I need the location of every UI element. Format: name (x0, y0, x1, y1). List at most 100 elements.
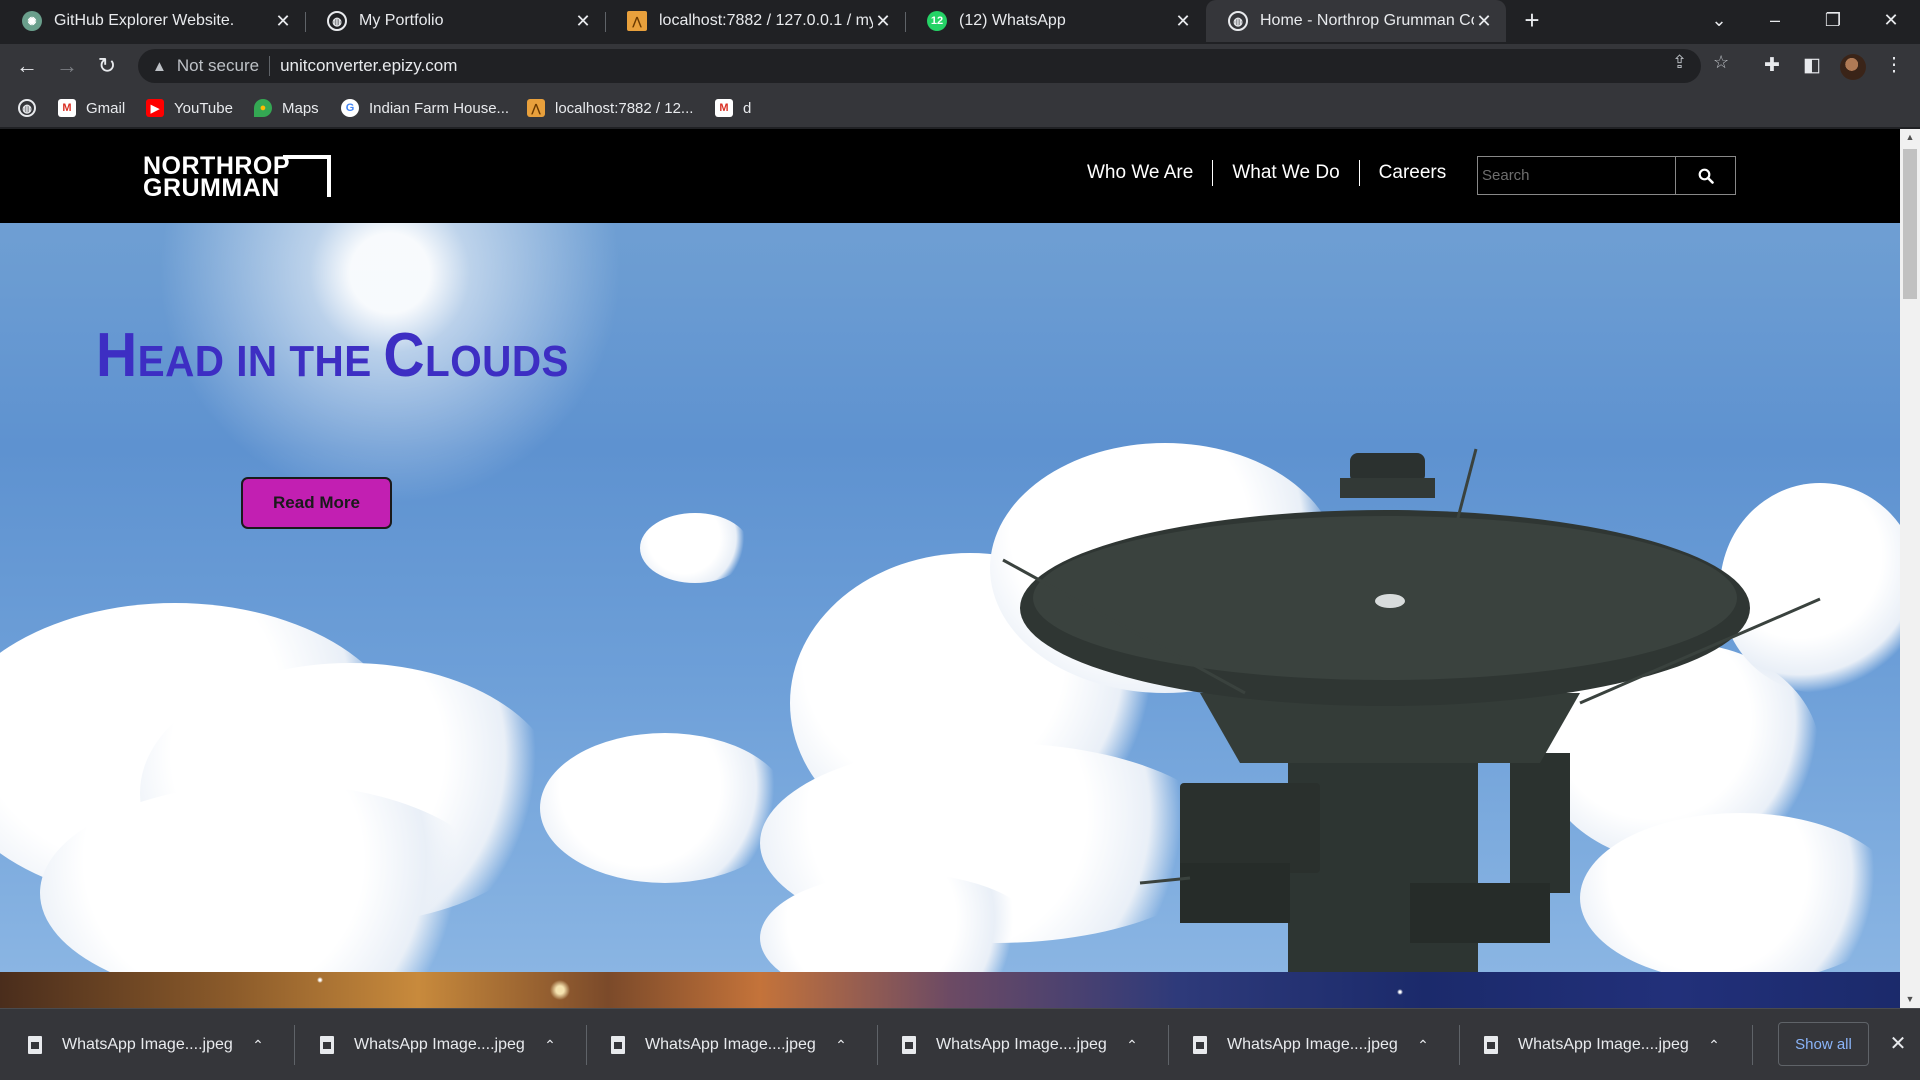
download-item[interactable]: WhatsApp Image....jpeg ⌃ (874, 1023, 1142, 1067)
menu-kebab-icon[interactable]: ⋮ (1878, 50, 1910, 82)
page-scrollbar[interactable]: ▲ ▼ (1900, 129, 1920, 1008)
page-viewport: NORTHROP GRUMMAN Who We Are What We Do C… (0, 129, 1920, 1008)
close-icon[interactable]: ✕ (273, 11, 293, 32)
tab-title: (12) WhatsApp (959, 12, 1066, 29)
maps-icon: ● (254, 99, 272, 117)
search-icon (1698, 168, 1714, 184)
extensions-icon[interactable]: ✚ (1756, 50, 1788, 82)
tab-whatsapp[interactable]: 12 (12) WhatsApp ✕ (905, 0, 1205, 42)
minimize-button[interactable]: – (1755, 4, 1795, 36)
bookmark-localhost[interactable]: ⋀ localhost:7882 / 12... (527, 97, 693, 119)
download-filename: WhatsApp Image....jpeg (936, 1036, 1107, 1053)
bookmark-label: Indian Farm House... (369, 99, 510, 117)
search-input[interactable] (1477, 156, 1676, 195)
globe-icon: ◍ (1228, 11, 1248, 31)
download-item[interactable]: WhatsApp Image....jpeg ⌃ (1456, 1023, 1724, 1067)
northrop-grumman-logo[interactable]: NORTHROP GRUMMAN (143, 152, 331, 202)
chevron-up-icon[interactable]: ⌃ (1704, 1037, 1724, 1054)
download-item[interactable]: WhatsApp Image....jpeg ⌃ (1165, 1023, 1433, 1067)
browser-toolbar: ← → ↻ ▲ Not secure unitconverter.epizy.c… (0, 44, 1920, 88)
warning-icon[interactable]: ▲ (152, 58, 167, 75)
close-icon[interactable]: ✕ (1885, 1030, 1911, 1058)
chevron-up-icon[interactable]: ⌃ (831, 1037, 851, 1054)
nav-what-we-do[interactable]: What We Do (1213, 160, 1358, 186)
download-filename: WhatsApp Image....jpeg (645, 1036, 816, 1053)
chevron-up-icon[interactable]: ⌃ (540, 1037, 560, 1054)
download-divider (1752, 1025, 1753, 1065)
hero-title-initial: H (96, 321, 138, 390)
close-icon[interactable]: ✕ (1173, 11, 1193, 32)
close-icon[interactable]: ✕ (873, 11, 893, 32)
youtube-icon: ▶ (146, 99, 164, 117)
file-icon (902, 1036, 916, 1054)
bookmark-star-icon[interactable]: ☆ (1713, 52, 1729, 73)
bookmark-indian-farm-house[interactable]: G Indian Farm House... (341, 97, 509, 119)
bookmark-label: d (743, 99, 752, 117)
tab-my-portfolio[interactable]: ◍ My Portfolio ✕ (305, 0, 605, 42)
chevron-up-icon[interactable]: ⌃ (248, 1037, 268, 1054)
show-all-downloads-button[interactable]: Show all (1778, 1022, 1869, 1066)
download-filename: WhatsApp Image....jpeg (62, 1036, 233, 1053)
nav-careers[interactable]: Careers (1360, 160, 1466, 186)
download-item[interactable]: WhatsApp Image....jpeg ⌃ (583, 1023, 851, 1067)
new-tab-button[interactable]: + (1518, 6, 1546, 34)
phpmyadmin-icon: ⋀ (527, 99, 545, 117)
tab-title: localhost:7882 / 127.0.0.1 / mypo (659, 12, 873, 29)
scroll-up-icon[interactable]: ▲ (1900, 129, 1920, 146)
profile-avatar[interactable] (1840, 54, 1866, 80)
reload-button[interactable]: ↻ (91, 50, 123, 82)
forward-button[interactable]: → (51, 50, 83, 82)
tab-northrop-grumman[interactable]: ◍ Home - Northrop Grumman Cop ✕ (1206, 0, 1506, 42)
close-icon[interactable]: ✕ (1474, 11, 1494, 32)
hero-title-text: LOUDS (425, 337, 570, 386)
tab-github-explorer[interactable]: ✺ GitHub Explorer Website. ✕ (0, 0, 305, 42)
close-window-button[interactable]: ✕ (1871, 4, 1911, 36)
url-text[interactable]: unitconverter.epizy.com (280, 56, 457, 76)
side-panel-icon[interactable]: ◧ (1796, 50, 1828, 82)
scrollbar-thumb[interactable] (1903, 149, 1917, 299)
nav-who-we-are[interactable]: Who We Are (1068, 160, 1212, 186)
bookmark-label: localhost:7882 / 12... (555, 99, 694, 117)
bookmark-label: Gmail (86, 99, 126, 117)
bookmark-gmail[interactable]: M Gmail (58, 97, 125, 119)
openai-icon: ✺ (22, 11, 42, 31)
bookmark-maps[interactable]: ● Maps (254, 97, 319, 119)
bookmark-youtube[interactable]: ▶ YouTube (146, 97, 233, 119)
download-item[interactable]: WhatsApp Image....jpeg ⌃ (292, 1023, 560, 1067)
share-icon[interactable]: ⇪ (1672, 52, 1687, 73)
space-image-strip (0, 972, 1900, 1008)
main-nav: Who We Are What We Do Careers (1068, 160, 1465, 186)
chevron-up-icon[interactable]: ⌃ (1413, 1037, 1433, 1054)
scroll-down-icon[interactable]: ▼ (1900, 991, 1920, 1008)
logo-bracket (327, 155, 331, 197)
phpmyadmin-icon: ⋀ (627, 11, 647, 31)
address-bar[interactable]: ▲ Not secure unitconverter.epizy.com (138, 49, 1701, 83)
download-shelf: WhatsApp Image....jpeg ⌃ WhatsApp Image.… (0, 1008, 1920, 1080)
security-label[interactable]: Not secure (177, 56, 259, 76)
file-icon (611, 1036, 625, 1054)
globe-icon: ◍ (327, 11, 347, 31)
bookmark-label: Maps (282, 99, 319, 117)
tab-localhost[interactable]: ⋀ localhost:7882 / 127.0.0.1 / mypo ✕ (605, 0, 905, 42)
tab-title: GitHub Explorer Website. (54, 12, 235, 29)
read-more-button[interactable]: Read More (241, 477, 392, 529)
tab-strip: ✺ GitHub Explorer Website. ✕ ◍ My Portfo… (0, 0, 1920, 44)
globe-icon: ◍ (18, 99, 36, 117)
logo-line-2: GRUMMAN (143, 174, 280, 202)
omnibox-divider (269, 56, 271, 76)
search-button[interactable] (1676, 156, 1736, 195)
download-filename: WhatsApp Image....jpeg (354, 1036, 525, 1053)
site-header: NORTHROP GRUMMAN Who We Are What We Do C… (0, 129, 1900, 223)
logo-bracket (283, 155, 331, 159)
back-button[interactable]: ← (11, 50, 43, 82)
close-icon[interactable]: ✕ (573, 11, 593, 32)
bookmark-apps[interactable]: ◍ (18, 97, 46, 119)
bookmarks-bar: ◍ M Gmail ▶ YouTube ● Maps G Indian Farm… (0, 88, 1920, 128)
chevron-up-icon[interactable]: ⌃ (1122, 1037, 1142, 1054)
file-icon (320, 1036, 334, 1054)
restore-button[interactable]: ❐ (1813, 4, 1853, 36)
tab-search-chevron-icon[interactable]: ⌄ (1699, 4, 1739, 36)
bookmark-d[interactable]: M d (715, 97, 751, 119)
download-item[interactable]: WhatsApp Image....jpeg ⌃ (0, 1023, 268, 1067)
bookmark-label: YouTube (174, 99, 233, 117)
